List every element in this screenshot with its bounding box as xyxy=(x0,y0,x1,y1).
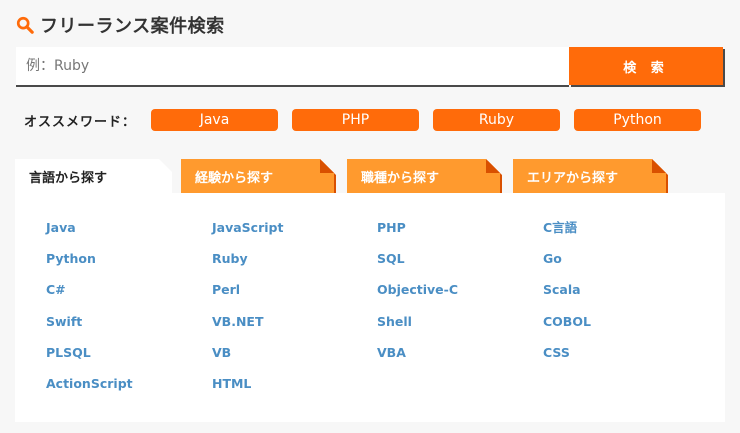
language-link-javascript[interactable]: JavaScript xyxy=(212,220,283,251)
language-panel: Java Python C# Swift PLSQL ActionScript … xyxy=(15,193,725,422)
language-link-java[interactable]: Java xyxy=(46,220,133,251)
language-link-cobol[interactable]: COBOL xyxy=(543,314,591,345)
language-link-scala[interactable]: Scala xyxy=(543,282,591,313)
tab-experience[interactable]: 経験から探す xyxy=(181,159,334,193)
page-title: フリーランス案件検索 xyxy=(16,12,225,38)
language-link-sql[interactable]: SQL xyxy=(377,251,458,282)
language-column-1: Java Python C# Swift PLSQL ActionScript xyxy=(46,220,133,407)
tab-language[interactable]: 言語から探す xyxy=(15,159,172,193)
language-link-csharp[interactable]: C# xyxy=(46,282,133,313)
language-link-css[interactable]: CSS xyxy=(543,345,591,376)
title-text: フリーランス案件検索 xyxy=(40,16,225,37)
keyword-button-ruby[interactable]: Ruby xyxy=(433,109,560,131)
language-link-vba[interactable]: VBA xyxy=(377,345,458,376)
tab-area[interactable]: エリアから探す xyxy=(513,159,666,193)
search-input[interactable] xyxy=(16,47,569,85)
tab-corner-fold xyxy=(486,159,500,173)
search-bar: 検 索 xyxy=(16,47,723,85)
tab-corner-fold xyxy=(320,159,334,173)
language-link-shell[interactable]: Shell xyxy=(377,314,458,345)
keyword-button-php[interactable]: PHP xyxy=(292,109,419,131)
language-link-vb[interactable]: VB xyxy=(212,345,283,376)
language-link-c[interactable]: C言語 xyxy=(543,220,591,251)
language-column-4: C言語 Go Scala COBOL CSS xyxy=(543,220,591,376)
search-icon xyxy=(16,16,34,34)
language-link-perl[interactable]: Perl xyxy=(212,282,283,313)
language-link-vbnet[interactable]: VB.NET xyxy=(212,314,283,345)
language-link-plsql[interactable]: PLSQL xyxy=(46,345,133,376)
language-link-go[interactable]: Go xyxy=(543,251,591,282)
search-tabs: 言語から探す 経験から探す 職種から探す エリアから探す xyxy=(15,159,725,193)
recommended-keywords: オススメワード： Java PHP Ruby Python xyxy=(24,109,715,131)
language-link-swift[interactable]: Swift xyxy=(46,314,133,345)
search-button[interactable]: 検 索 xyxy=(569,47,723,85)
keyword-button-java[interactable]: Java xyxy=(151,109,278,131)
tab-job-type[interactable]: 職種から探す xyxy=(347,159,500,193)
keyword-button-python[interactable]: Python xyxy=(574,109,701,131)
language-column-2: JavaScript Ruby Perl VB.NET VB HTML xyxy=(212,220,283,407)
keywords-label: オススメワード： xyxy=(24,114,137,130)
language-link-ruby[interactable]: Ruby xyxy=(212,251,283,282)
tab-corner-fold xyxy=(652,159,666,173)
language-link-python[interactable]: Python xyxy=(46,251,133,282)
language-link-actionscript[interactable]: ActionScript xyxy=(46,376,133,407)
language-column-3: PHP SQL Objective-C Shell VBA xyxy=(377,220,458,376)
language-link-objective-c[interactable]: Objective-C xyxy=(377,282,458,313)
language-link-php[interactable]: PHP xyxy=(377,220,458,251)
language-link-html[interactable]: HTML xyxy=(212,376,283,407)
